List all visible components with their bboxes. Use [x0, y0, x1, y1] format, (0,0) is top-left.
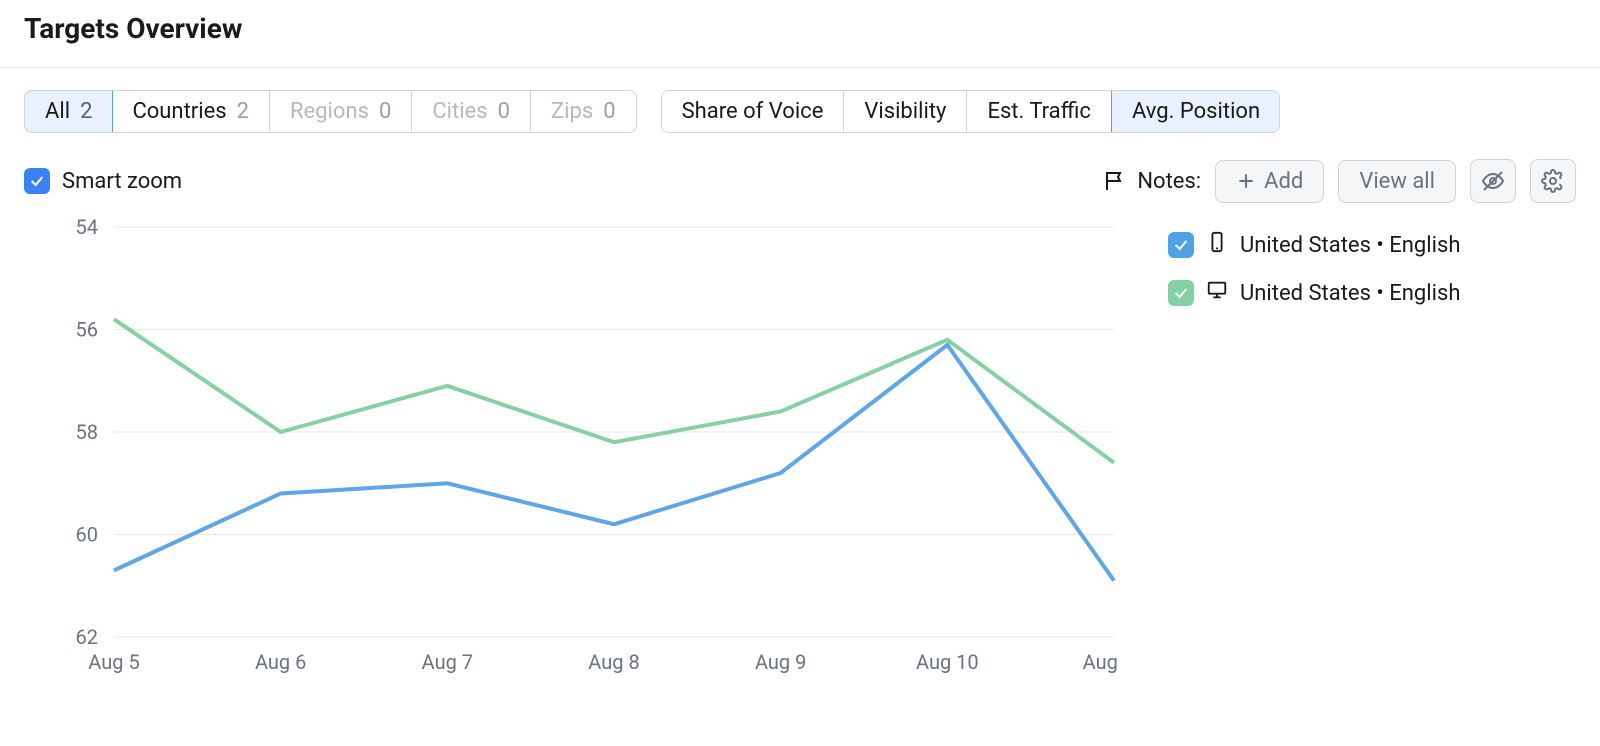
- notes-label: Notes:: [1103, 169, 1201, 194]
- tab-share-of-voice[interactable]: Share of Voice: [662, 91, 845, 132]
- legend-item[interactable]: United States • English: [1164, 221, 1464, 269]
- chart-stage: 54 56 58 60 62Aug 5 Aug 6 Aug 7 Aug 8 Aug 9 Aug 1…: [24, 217, 1124, 687]
- controls-row: All2Countries2Regions0Cities0Zips0 Share…: [0, 68, 1600, 145]
- series-line[interactable]: [114, 319, 1114, 463]
- tab-visibility[interactable]: Visibility: [844, 91, 967, 132]
- svg-text:Aug 9: Aug 9: [755, 650, 806, 674]
- mobile-icon: [1206, 231, 1228, 259]
- metric-tabs: Share of VoiceVisibilityEst. TrafficAvg.…: [661, 90, 1281, 133]
- legend-checkbox[interactable]: [1168, 280, 1194, 306]
- eye-off-icon: [1481, 169, 1505, 193]
- page-title: Targets Overview: [0, 0, 1600, 68]
- tab-all[interactable]: All2: [24, 90, 113, 133]
- checkbox-smart-zoom[interactable]: [24, 168, 50, 194]
- svg-text:54: 54: [76, 217, 98, 239]
- desktop-icon: [1206, 279, 1228, 307]
- chart-wrap: 54 56 58 60 62Aug 5 Aug 6 Aug 7 Aug 8 Aug 9 Aug 1…: [0, 213, 1600, 711]
- svg-text:62: 62: [76, 625, 98, 649]
- plus-icon: [1236, 171, 1256, 191]
- legend-item[interactable]: United States • English: [1164, 269, 1464, 317]
- svg-text:Aug 6: Aug 6: [255, 650, 306, 674]
- tab-cities: Cities0: [412, 91, 531, 132]
- smart-zoom-toggle[interactable]: Smart zoom: [24, 168, 182, 194]
- svg-text:60: 60: [76, 523, 98, 547]
- tab-countries[interactable]: Countries2: [112, 91, 270, 132]
- smart-zoom-label: Smart zoom: [62, 169, 182, 194]
- toggle-visibility-button[interactable]: [1470, 159, 1516, 203]
- svg-text:Aug 8: Aug 8: [588, 650, 639, 674]
- svg-text:56: 56: [76, 318, 98, 342]
- geo-tabs: All2Countries2Regions0Cities0Zips0: [24, 90, 637, 133]
- legend-label: United States • English: [1240, 233, 1460, 258]
- svg-text:Aug 5: Aug 5: [88, 650, 139, 674]
- svg-text:Aug 10: Aug 10: [916, 650, 979, 674]
- svg-text:58: 58: [76, 420, 98, 444]
- gear-icon: [1541, 169, 1565, 193]
- legend: United States • English United States • E…: [1164, 217, 1464, 687]
- svg-text:Aug 7: Aug 7: [422, 650, 473, 674]
- svg-text:Aug 11: Aug 11: [1083, 650, 1124, 674]
- tab-est-traffic[interactable]: Est. Traffic: [967, 91, 1112, 132]
- view-all-notes-button[interactable]: View all: [1338, 160, 1456, 203]
- series-line[interactable]: [114, 345, 1114, 581]
- tab-avg-position[interactable]: Avg. Position: [1111, 90, 1280, 133]
- legend-label: United States • English: [1240, 281, 1460, 306]
- settings-button[interactable]: [1530, 159, 1576, 203]
- flag-icon: [1103, 169, 1127, 193]
- tab-zips: Zips0: [531, 91, 636, 132]
- legend-checkbox[interactable]: [1168, 232, 1194, 258]
- line-chart[interactable]: 54 56 58 60 62Aug 5 Aug 6 Aug 7 Aug 8 Aug 9 Aug 1…: [24, 217, 1124, 687]
- add-note-button[interactable]: Add: [1215, 160, 1324, 203]
- toolbar-row: Smart zoom Notes: Add View all: [0, 145, 1600, 213]
- tab-regions: Regions0: [270, 91, 412, 132]
